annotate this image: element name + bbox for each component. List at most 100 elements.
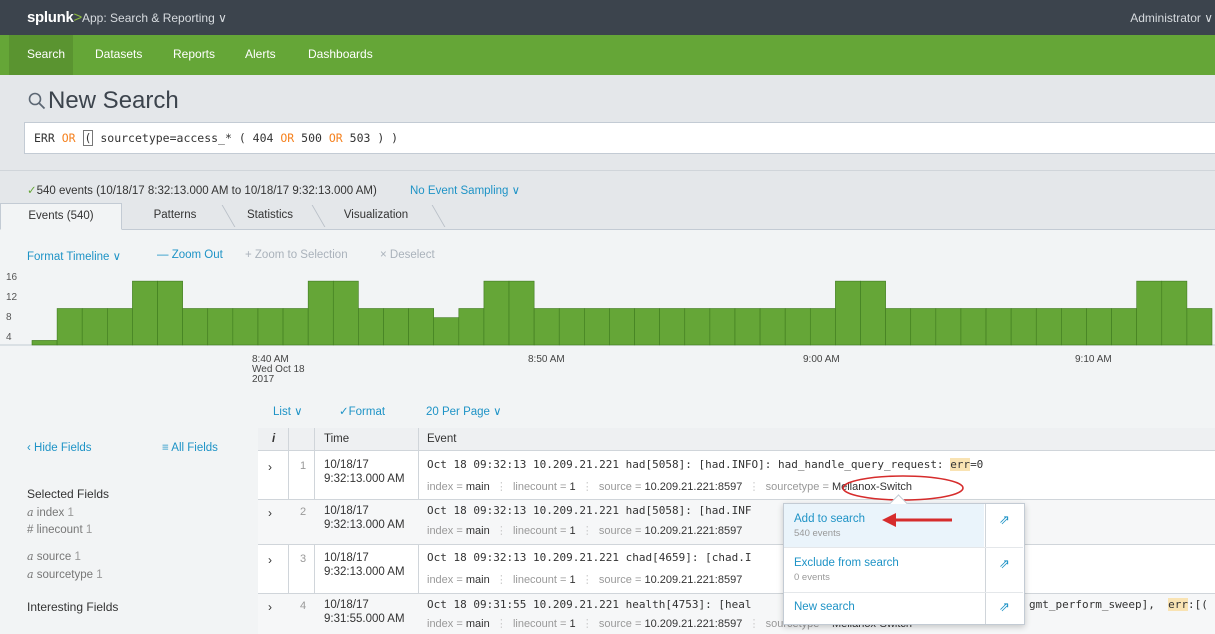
table-row[interactable]: › 4 10/18/17 9:31:55.000 AM Oct 18 09:31:… xyxy=(258,594,1215,634)
app-menu[interactable]: App: Search & Reporting ∨ xyxy=(82,11,227,25)
splunk-logo[interactable]: splunk> xyxy=(27,9,82,26)
new-search-item[interactable]: New search xyxy=(784,593,984,623)
row-number: 4 xyxy=(300,600,307,612)
histogram-bar[interactable] xyxy=(232,308,259,346)
histogram-bar[interactable] xyxy=(132,280,158,346)
histogram-bar[interactable] xyxy=(634,308,660,346)
histogram-bar[interactable] xyxy=(1161,280,1188,346)
field-source[interactable]: a source 1 xyxy=(27,550,81,563)
histogram-bar[interactable] xyxy=(1035,308,1062,346)
search-input[interactable]: ERR OR ( sourcetype=access_* ( 404 OR 50… xyxy=(24,122,1215,154)
histogram-bar[interactable] xyxy=(508,280,535,346)
zoom-out-button[interactable]: — Zoom Out xyxy=(157,249,223,261)
histogram-bar[interactable] xyxy=(784,308,811,346)
tab-statistics[interactable]: Statistics xyxy=(230,203,310,228)
histogram-bar[interactable] xyxy=(960,308,987,346)
nav-search[interactable]: Search xyxy=(27,47,65,61)
field-linecount[interactable]: # linecount 1 xyxy=(27,524,92,536)
external-link-icon[interactable]: ⇗ xyxy=(986,556,1023,572)
field-sourcetype[interactable]: a sourcetype 1 xyxy=(27,568,103,581)
histogram-bar[interactable] xyxy=(1111,308,1137,346)
format-timeline-dropdown[interactable]: Format Timeline ∨ xyxy=(27,249,121,263)
nav-datasets[interactable]: Datasets xyxy=(95,47,142,61)
histogram-bar[interactable] xyxy=(408,308,435,346)
histogram-bar[interactable] xyxy=(483,280,510,346)
nav-dashboards[interactable]: Dashboards xyxy=(308,47,373,61)
histogram-bar[interactable] xyxy=(659,308,686,346)
histogram-bar[interactable] xyxy=(157,280,183,346)
hide-fields-link[interactable]: ‹ Hide Fields xyxy=(27,442,92,454)
table-header: i Time Event xyxy=(258,428,1215,451)
histogram-bar[interactable] xyxy=(332,280,359,346)
histogram-bar[interactable] xyxy=(383,308,409,346)
histogram-bar[interactable] xyxy=(1186,308,1213,346)
histogram-bar[interactable] xyxy=(609,308,635,346)
histogram-bar[interactable] xyxy=(307,280,334,346)
tab-visualization[interactable]: Visualization xyxy=(326,203,426,228)
histogram-bar[interactable] xyxy=(207,308,234,346)
histogram-bar[interactable] xyxy=(910,308,937,346)
new-search-label: New search xyxy=(794,601,855,613)
all-fields-button[interactable]: ≡ All Fields xyxy=(162,442,218,454)
histogram-bar[interactable] xyxy=(885,308,912,346)
histogram-bar[interactable] xyxy=(1136,280,1163,346)
histogram-bar[interactable] xyxy=(709,308,736,346)
event-time: 10/18/17 9:31:55.000 AM xyxy=(324,599,405,625)
event-time: 10/18/17 9:32:13.000 AM xyxy=(324,459,405,485)
text-cursor: ( xyxy=(82,130,94,146)
nav-alerts[interactable]: Alerts xyxy=(245,47,276,61)
histogram-bar[interactable] xyxy=(860,280,886,346)
histogram-bar[interactable] xyxy=(358,308,384,346)
event-sampling-dropdown[interactable]: No Event Sampling ∨ xyxy=(410,183,520,197)
zoom-to-selection-button[interactable]: + Zoom to Selection xyxy=(245,249,348,261)
events-table: i Time Event › 1 10/18/17 9:32:13.000 AM … xyxy=(258,428,1215,634)
expand-chevron-icon[interactable]: › xyxy=(268,553,272,567)
histogram-bar[interactable] xyxy=(107,308,133,346)
field-index[interactable]: a index 1 xyxy=(27,506,74,519)
time-column-header[interactable]: Time xyxy=(324,433,349,445)
histogram-bar[interactable] xyxy=(1010,308,1037,346)
histogram-bar[interactable] xyxy=(584,308,610,346)
deselect-button[interactable]: × Deselect xyxy=(380,249,435,261)
histogram-bar[interactable] xyxy=(734,308,761,346)
histogram-bar[interactable] xyxy=(935,308,962,346)
histogram-bar[interactable] xyxy=(533,308,560,346)
histogram-bar[interactable] xyxy=(684,308,711,346)
exclude-from-search-item[interactable]: Exclude from search 0 events xyxy=(784,548,984,592)
external-link-icon[interactable]: ⇗ xyxy=(986,512,1023,528)
histogram-bar[interactable] xyxy=(985,308,1012,346)
histogram-bar[interactable] xyxy=(182,308,209,346)
expand-chevron-icon[interactable]: › xyxy=(268,460,272,474)
table-row[interactable]: › 1 10/18/17 9:32:13.000 AM Oct 18 09:32:… xyxy=(258,451,1215,500)
histogram-bar[interactable] xyxy=(257,308,284,346)
per-page-dropdown[interactable]: 20 Per Page ∨ xyxy=(426,404,502,418)
expand-chevron-icon[interactable]: › xyxy=(268,506,272,520)
table-row[interactable]: › 3 10/18/17 9:32:13.000 AM Oct 18 09:32:… xyxy=(258,545,1215,594)
table-row[interactable]: › 2 10/18/17 9:32:13.000 AM Oct 18 09:32:… xyxy=(258,500,1215,545)
info-column-header: i xyxy=(272,433,276,445)
tab-patterns[interactable]: Patterns xyxy=(130,203,220,228)
list-view-dropdown[interactable]: List ∨ xyxy=(273,404,303,418)
tab-events[interactable]: Events (540) xyxy=(0,203,122,230)
histogram-bar[interactable] xyxy=(1086,308,1112,346)
histogram-bar[interactable] xyxy=(759,308,786,346)
histogram-bar[interactable] xyxy=(809,308,836,346)
histogram-bar[interactable] xyxy=(282,308,309,346)
y-tick-label: 12 xyxy=(6,292,18,303)
histogram-bar[interactable] xyxy=(31,340,58,346)
histogram-bar[interactable] xyxy=(1061,308,1087,346)
x-tick-label: 8:40 AM Wed Oct 18 2017 xyxy=(252,354,305,385)
user-menu[interactable]: Administrator ∨ xyxy=(1130,11,1213,25)
histogram-bar[interactable] xyxy=(56,308,83,346)
nav-reports[interactable]: Reports xyxy=(173,47,215,61)
histogram-bar[interactable] xyxy=(81,308,108,346)
event-timeline-histogram[interactable]: 16 12 8 4 8:40 AM Wed Oct 18 2017 8:50 AM … xyxy=(0,268,1215,403)
histogram-bar[interactable] xyxy=(558,308,585,346)
expand-chevron-icon[interactable]: › xyxy=(268,600,272,614)
histogram-bar[interactable] xyxy=(835,280,861,346)
exclude-label: Exclude from search xyxy=(794,557,899,569)
external-link-icon[interactable]: ⇗ xyxy=(986,599,1023,615)
histogram-bar[interactable] xyxy=(458,308,485,346)
histogram-bar[interactable] xyxy=(433,317,460,346)
format-button[interactable]: ✓Format xyxy=(339,404,385,418)
